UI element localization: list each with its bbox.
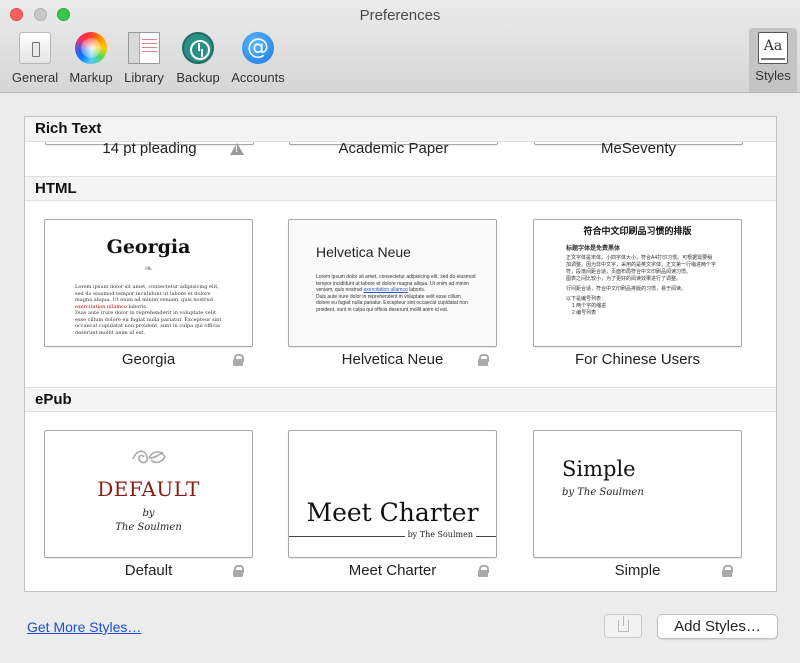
preview-body: Lorem ipsum dolor sit amet, consectetur … xyxy=(316,274,476,313)
toolbar-styles[interactable]: Aa Styles xyxy=(749,28,797,92)
share-style-button[interactable] xyxy=(604,614,642,638)
preview-title: 符合中文印刷品习惯的排版 xyxy=(583,227,692,237)
preview-text: 行间距合适，符合中文印刷品排版的习惯，易于阅读。 xyxy=(566,286,687,292)
styles-list[interactable]: Rich Text 14 pt pleading Academic Paper … xyxy=(24,116,777,592)
preview-text: laboris. xyxy=(128,303,148,310)
style-label-georgia: Georgia xyxy=(121,351,176,368)
lock-icon xyxy=(478,354,489,366)
preview-title: DEFAULT xyxy=(97,477,200,501)
preview-title: Georgia xyxy=(106,236,191,258)
style-label-meseventy: MeSeventy xyxy=(600,140,677,157)
warning-icon xyxy=(230,143,244,155)
style-label-for-chinese-users: For Chinese Users xyxy=(574,351,701,368)
style-label-helvetica-neue: Helvetica Neue xyxy=(341,351,444,368)
toolbar-general[interactable]: General xyxy=(8,32,62,90)
color-wheel-icon xyxy=(75,32,107,64)
time-machine-icon xyxy=(182,32,214,64)
preview-by: by xyxy=(142,508,155,519)
toolbar-backup-label: Backup xyxy=(176,70,220,85)
toolbar-library[interactable]: Library xyxy=(120,32,168,90)
preview-text: 正文字体是宋体。小四字体大小，符合A4打印习惯。可根据需要稍加调整。因为非中文字… xyxy=(566,255,717,275)
share-icon xyxy=(618,616,629,632)
preview-list-item: 1 两个字的缩进 xyxy=(572,303,607,309)
toolbar-general-label: General xyxy=(11,70,59,85)
style-card-helvetica-neue[interactable]: Helvetica Neue Lorem ipsum dolor sit ame… xyxy=(288,219,497,347)
preview-list-item: 2 编号列表 xyxy=(572,310,597,316)
preview-body: Lorem ipsum dolor sit amet, consectetur … xyxy=(75,284,225,336)
toolbar-markup[interactable]: Markup xyxy=(66,32,116,90)
style-label-default: Default xyxy=(124,562,173,579)
toolbar-markup-label: Markup xyxy=(69,70,113,85)
library-icon xyxy=(128,32,160,64)
ornament-svg xyxy=(131,450,166,464)
window-title: Preferences xyxy=(359,7,441,24)
preview-title: Meet Charter xyxy=(306,498,479,527)
get-more-styles-link[interactable]: Get More Styles… xyxy=(27,619,141,635)
toolbar: Preferences General Markup Library Backu… xyxy=(0,0,800,93)
preview-body: 标题字体是免费黑体 正文字体是宋体。小四字体大小，符合A4打印习惯。可根据需要稍… xyxy=(566,246,716,317)
style-label-academic-paper: Academic Paper xyxy=(338,140,449,157)
preview-byline: by The Soulmen xyxy=(562,487,644,498)
style-card-meet-charter[interactable]: Meet Charter by The Soulmen xyxy=(288,430,497,558)
lock-icon xyxy=(478,565,489,577)
preview-link: exercitation ullamco xyxy=(75,303,127,310)
preview-text: 图表之间比较小，为了更好的阅读效果进行了调整。 xyxy=(566,276,682,282)
style-card-default[interactable]: DEFAULT by The Soulmen xyxy=(44,430,253,558)
preview-byline: by The Soulmen xyxy=(404,530,476,539)
general-icon xyxy=(19,32,51,64)
ornament-icon: ❧ xyxy=(143,263,154,275)
style-label-meet-charter: Meet Charter xyxy=(348,562,437,579)
preview-title: Helvetica Neue xyxy=(316,244,411,260)
preferences-window: Preferences General Markup Library Backu… xyxy=(0,0,800,663)
toolbar-accounts[interactable]: @ Accounts xyxy=(228,32,288,90)
style-card-for-chinese-users[interactable]: 符合中文印刷品习惯的排版 标题字体是免费黑体 正文字体是宋体。小四字体大小，符合… xyxy=(533,219,742,347)
preview-text: Duis aute irure dolor in reprehenderit i… xyxy=(75,310,222,336)
toolbar-library-label: Library xyxy=(124,70,164,85)
toolbar-styles-label: Styles xyxy=(755,68,791,83)
ornament-icon xyxy=(45,447,252,469)
preview-heading: 标题字体是免费黑体 xyxy=(566,246,621,252)
toolbar-backup[interactable]: Backup xyxy=(172,32,224,90)
add-styles-button[interactable]: Add Styles… xyxy=(657,614,778,639)
style-label-14pt-pleading: 14 pt pleading xyxy=(102,140,197,157)
preview-text: 以下是编号列表： xyxy=(566,296,607,302)
toolbar-accounts-label: Accounts xyxy=(231,70,285,85)
style-card-simple[interactable]: Simple by The Soulmen xyxy=(533,430,742,558)
lock-icon xyxy=(722,565,733,577)
preview-text: laboris. xyxy=(409,287,426,293)
preview-text: Lorem ipsum dolor sit amet, consectetur … xyxy=(75,284,219,303)
preview-author: The Soulmen xyxy=(115,522,182,533)
style-card-georgia[interactable]: Georgia ❧ Lorem ipsum dolor sit amet, co… xyxy=(44,219,253,347)
preview-text: Duis aute irure dolor in reprehenderit i… xyxy=(316,293,468,313)
lock-icon xyxy=(233,354,244,366)
styles-icon: Aa xyxy=(758,32,788,64)
section-epub-header: ePub xyxy=(25,387,776,412)
at-sign-icon: @ xyxy=(242,32,274,64)
preview-title: Simple xyxy=(562,457,636,481)
section-rich-text-header: Rich Text xyxy=(25,117,776,142)
preview-link: exercitation ullamco xyxy=(363,287,408,293)
section-html-header: HTML xyxy=(25,176,776,201)
lock-icon xyxy=(233,565,244,577)
style-label-simple: Simple xyxy=(614,562,661,579)
